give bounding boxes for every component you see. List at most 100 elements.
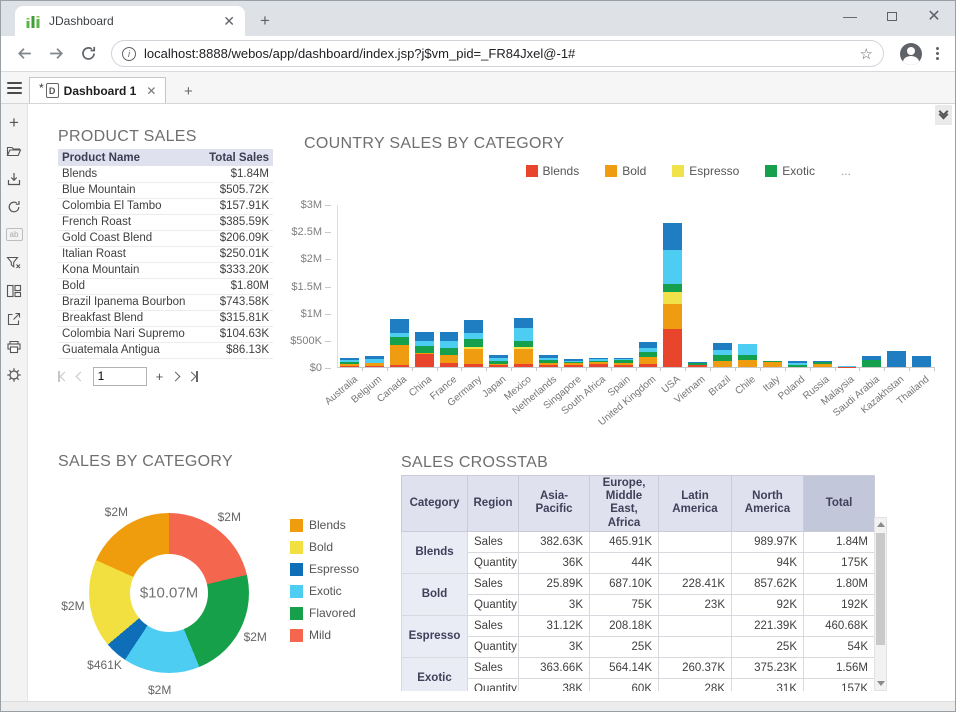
last-page-button[interactable]	[188, 371, 198, 382]
country-bar-japan[interactable]	[489, 355, 508, 367]
browser-tab[interactable]: JDashboard ✕	[15, 6, 245, 36]
country-bar-italy[interactable]	[763, 361, 782, 367]
new-dashboard-tab-button[interactable]: +	[174, 79, 202, 103]
bar-segment-flavored[interactable]	[440, 341, 459, 348]
crosstab-sales-row[interactable]: EspressoSales31.12K208.18K221.39K460.68K	[402, 615, 875, 636]
bar-segment-mild[interactable]	[464, 320, 483, 333]
legend-item-mild[interactable]: Mild	[290, 628, 359, 642]
product-row[interactable]: French Roast$385.59K	[58, 214, 273, 230]
bar-segment-mild[interactable]	[514, 318, 533, 329]
legend-overflow-ellipsis[interactable]: ...	[841, 164, 851, 178]
browser-menu-icon[interactable]	[930, 47, 945, 60]
reload-button[interactable]	[75, 41, 101, 67]
country-bar-usa[interactable]	[663, 223, 682, 367]
bar-segment-mild[interactable]	[713, 343, 732, 351]
label-tool-icon[interactable]: ab	[6, 226, 23, 243]
country-bar-mexico[interactable]	[514, 318, 533, 367]
bar-segment-blends[interactable]	[688, 365, 707, 367]
country-bar-australia[interactable]	[340, 358, 359, 367]
product-row[interactable]: Gold Coast Blend$206.09K	[58, 230, 273, 246]
open-folder-icon[interactable]	[6, 142, 23, 159]
total-sales-header[interactable]: Total Sales	[200, 149, 273, 166]
crosstab-scrollbar[interactable]	[874, 517, 887, 691]
settings-gear-icon[interactable]	[6, 366, 23, 383]
address-bar[interactable]: i localhost:8888/webos/app/dashboard/ind…	[111, 40, 884, 67]
bar-segment-blends[interactable]	[663, 329, 682, 367]
bar-segment-mild[interactable]	[887, 351, 906, 367]
page-info-icon[interactable]: i	[122, 47, 136, 61]
legend-item-exotic[interactable]: Exotic	[290, 584, 359, 598]
bar-segment-mild[interactable]	[390, 319, 409, 333]
product-row[interactable]: Colombia El Tambo$157.91K	[58, 198, 273, 214]
bar-segment-blends[interactable]	[390, 365, 409, 367]
minimize-button[interactable]: —	[829, 1, 871, 31]
crosstab-header-total[interactable]: Total	[804, 476, 875, 532]
product-row[interactable]: Kona Mountain$333.20K	[58, 262, 273, 278]
product-row[interactable]: Italian Roast$250.01K	[58, 246, 273, 262]
crosstab-header-category[interactable]: Category	[402, 476, 468, 532]
bar-segment-mild[interactable]	[912, 356, 931, 367]
product-row[interactable]: Brazil Ipanema Bourbon$743.58K	[58, 294, 273, 310]
bar-segment-bold[interactable]	[738, 360, 757, 367]
scroll-down-arrow[interactable]	[875, 677, 886, 690]
refresh-icon[interactable]	[6, 198, 23, 215]
country-bar-saudi-arabia[interactable]	[862, 356, 881, 367]
country-bar-thailand[interactable]	[912, 356, 931, 367]
forward-button[interactable]	[43, 41, 69, 67]
crosstab-header-emea[interactable]: Europe, Middle East, Africa	[590, 476, 659, 532]
bookmark-star-icon[interactable]: ☆	[860, 45, 873, 63]
bar-segment-mild[interactable]	[663, 223, 682, 250]
country-bar-vietnam[interactable]	[688, 362, 707, 367]
country-bar-russia[interactable]	[813, 361, 832, 368]
layout-icon[interactable]	[6, 282, 23, 299]
collapse-panel-chevrons-icon[interactable]	[935, 105, 952, 125]
legend-item-exotic[interactable]: Exotic	[765, 164, 815, 178]
country-bar-poland[interactable]	[788, 361, 807, 367]
bar-segment-bold[interactable]	[813, 364, 832, 367]
country-bar-kazakhstan[interactable]	[887, 351, 906, 367]
bar-segment-blends[interactable]	[514, 364, 533, 367]
back-button[interactable]	[11, 41, 37, 67]
legend-item-espresso[interactable]: Espresso	[672, 164, 739, 178]
previous-page-button[interactable]	[77, 373, 84, 380]
crosstab-header-asia-pacific[interactable]: Asia-Pacific	[519, 476, 590, 532]
crosstab-quantity-row[interactable]: Quantity36K44K94K175K	[402, 552, 875, 573]
bar-segment-blends[interactable]	[639, 364, 658, 367]
profile-avatar[interactable]	[900, 43, 922, 65]
crosstab-header-latin-america[interactable]: Latin America	[659, 476, 732, 532]
product-row[interactable]: Blue Mountain$505.72K	[58, 182, 273, 198]
product-row[interactable]: Blends$1.84M	[58, 166, 273, 182]
bar-segment-bold[interactable]	[440, 355, 459, 363]
dashboard-tab[interactable]: * D Dashboard 1 ✕	[29, 77, 166, 103]
country-bar-germany[interactable]	[464, 320, 483, 367]
country-bar-malaysia[interactable]	[838, 366, 857, 367]
crosstab-quantity-row[interactable]: Quantity3K75K23K92K192K	[402, 594, 875, 615]
crosstab-quantity-row[interactable]: Quantity3K25K25K54K	[402, 636, 875, 657]
bar-segment-blends[interactable]	[440, 363, 459, 367]
product-row[interactable]: Breakfast Blend$315.81K	[58, 310, 273, 326]
legend-item-blends[interactable]: Blends	[290, 518, 359, 532]
scrollbar-thumb[interactable]	[876, 533, 885, 645]
bar-segment-bold[interactable]	[663, 304, 682, 329]
bar-segment-bold[interactable]	[464, 349, 483, 364]
bar-segment-bold[interactable]	[390, 345, 409, 366]
browser-new-tab-button[interactable]: +	[251, 7, 279, 35]
bar-segment-exotic[interactable]	[390, 337, 409, 345]
bar-segment-bold[interactable]	[763, 362, 782, 367]
bar-segment-exotic[interactable]	[862, 360, 881, 367]
bar-segment-flavored[interactable]	[514, 328, 533, 340]
country-bar-spain[interactable]	[614, 358, 633, 367]
bar-segment-blends[interactable]	[415, 354, 434, 367]
bar-segment-bold[interactable]	[713, 361, 732, 367]
url-text[interactable]: localhost:8888/webos/app/dashboard/index…	[144, 46, 854, 61]
product-name-header[interactable]: Product Name	[58, 149, 200, 166]
bar-segment-espresso[interactable]	[663, 292, 682, 304]
country-bar-china[interactable]	[415, 332, 434, 367]
dashboard-list-menu-icon[interactable]	[1, 82, 27, 103]
bar-segment-mild[interactable]	[415, 332, 434, 341]
bar-segment-blends[interactable]	[365, 366, 384, 367]
country-bar-france[interactable]	[440, 332, 459, 367]
country-bar-brazil[interactable]	[713, 343, 732, 367]
country-bar-singapore[interactable]	[564, 359, 583, 367]
crosstab-quantity-row[interactable]: Quantity38K60K28K31K157K	[402, 678, 875, 691]
